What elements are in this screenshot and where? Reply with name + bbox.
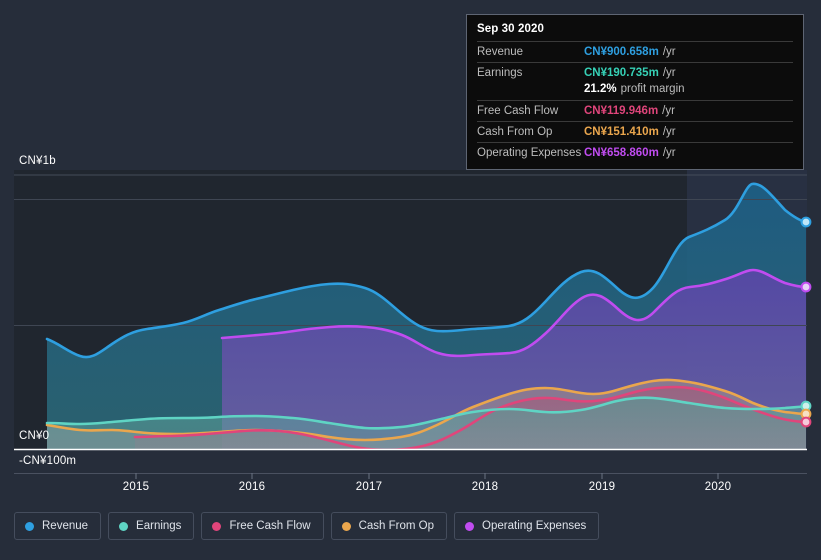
x-axis-label-2018: 2018 — [471, 481, 499, 493]
y-axis-label-negative: -CN¥100m — [19, 455, 77, 467]
y-axis-label-zero: CN¥0 — [19, 430, 50, 442]
chart-tooltip: Sep 30 2020 Revenue CN¥900.658m /yr Earn… — [466, 14, 804, 170]
tooltip-text-profit-margin: profit margin — [620, 83, 685, 95]
tooltip-row-earnings: Earnings CN¥190.735m /yr — [477, 62, 793, 83]
endpoint-operating-expenses[interactable] — [800, 281, 812, 293]
legend-item-operating-expenses[interactable]: Operating Expenses — [454, 512, 600, 540]
tooltip-label-free-cash-flow: Free Cash Flow — [477, 104, 559, 117]
tooltip-unit-free-cash-flow: /yr — [662, 104, 675, 117]
legend-item-cash-from-op[interactable]: Cash From Op — [330, 512, 448, 540]
tooltip-unit-cash-from-op: /yr — [662, 125, 676, 138]
tooltip-label-cash-from-op: Cash From Op — [477, 125, 553, 138]
endpoint-revenue[interactable] — [800, 216, 812, 228]
legend-dot-revenue-icon — [25, 521, 34, 531]
tooltip-row-revenue: Revenue CN¥900.658m /yr — [477, 41, 793, 62]
legend-dot-earnings-icon — [119, 521, 129, 531]
tooltip-row-free-cash-flow: Free Cash Flow CN¥119.946m /yr — [477, 100, 793, 121]
legend-label-earnings: Earnings — [136, 520, 182, 532]
legend-item-revenue[interactable]: Revenue — [14, 512, 102, 540]
tooltip-value-free-cash-flow: CN¥119.946m — [584, 104, 659, 117]
x-axis-label-2016: 2016 — [238, 481, 266, 493]
legend-item-earnings[interactable]: Earnings — [108, 512, 195, 540]
x-axis-label-2020: 2020 — [704, 481, 732, 493]
tooltip-label-revenue: Revenue — [477, 45, 524, 58]
endpoint-free-cash-flow[interactable] — [800, 416, 812, 428]
tooltip-unit-revenue: /yr — [662, 45, 676, 58]
legend-label-free-cash-flow: Free Cash Flow — [229, 520, 311, 532]
legend-label-operating-expenses: Operating Expenses — [482, 520, 587, 532]
tooltip-date: Sep 30 2020 — [477, 23, 544, 35]
chart-legend: Revenue Earnings Free Cash Flow Cash Fro… — [14, 512, 600, 540]
tooltip-unit-operating-expenses: /yr — [662, 146, 676, 159]
x-axis-label-2017: 2017 — [355, 481, 383, 493]
legend-dot-free-cash-flow-icon — [212, 521, 222, 531]
financial-area-chart: CN¥1b CN¥0 -CN¥100m 2015 2016 2017 2018 … — [0, 0, 821, 560]
tooltip-label-earnings: Earnings — [477, 66, 523, 79]
tooltip-value-cash-from-op: CN¥151.410m — [584, 125, 659, 138]
tooltip-value-operating-expenses: CN¥658.860m — [584, 146, 659, 159]
legend-dot-cash-from-op-icon — [341, 521, 351, 531]
tooltip-label-operating-expenses: Operating Expenses — [477, 146, 582, 159]
x-axis-label-2015: 2015 — [122, 481, 150, 493]
x-axis-label-2019: 2019 — [588, 481, 616, 493]
tooltip-row-cash-from-op: Cash From Op CN¥151.410m /yr — [477, 121, 793, 142]
legend-label-cash-from-op: Cash From Op — [358, 520, 435, 532]
tooltip-value-revenue: CN¥900.658m — [584, 45, 659, 58]
tooltip-row-profit-margin: 21.2% profit margin — [477, 83, 793, 100]
tooltip-value-earnings: CN¥190.735m — [584, 66, 659, 79]
tooltip-value-profit-margin: 21.2% — [584, 83, 617, 95]
legend-item-free-cash-flow[interactable]: Free Cash Flow — [201, 512, 324, 540]
tooltip-row-operating-expenses: Operating Expenses CN¥658.860m /yr — [477, 142, 793, 163]
legend-label-revenue: Revenue — [42, 520, 89, 532]
y-axis-label-top: CN¥1b — [19, 155, 56, 167]
tooltip-unit-earnings: /yr — [662, 66, 676, 79]
legend-dot-operating-expenses-icon — [465, 521, 475, 531]
